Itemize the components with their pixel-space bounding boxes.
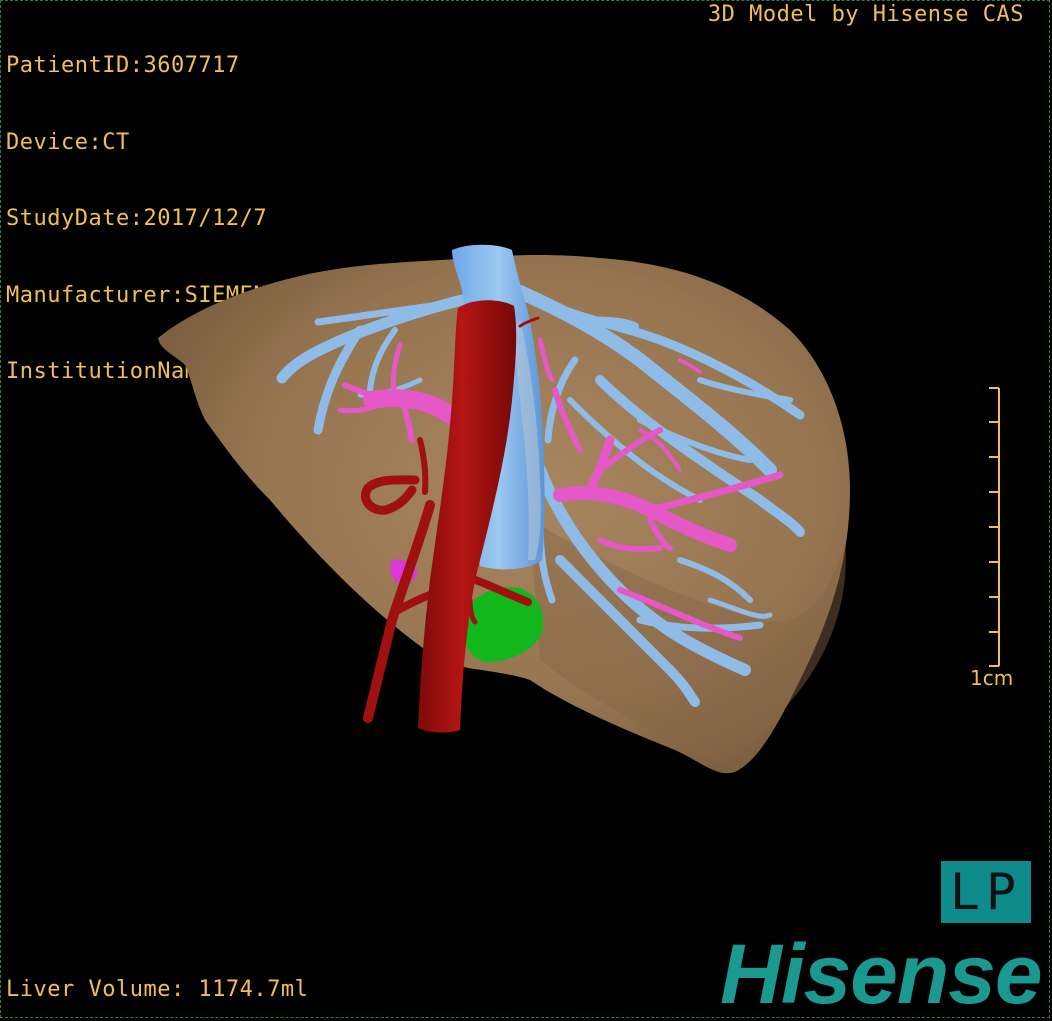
liver-volume: Liver Volume: 1174.7ml: [6, 977, 309, 1002]
hisense-logo: Hisense: [720, 927, 1043, 1021]
scale-bar: [989, 387, 1000, 667]
liver-3d-model[interactable]: [0, 0, 1052, 1020]
scale-label: 1cm: [970, 666, 1014, 690]
orientation-indicator[interactable]: LP: [941, 861, 1031, 923]
